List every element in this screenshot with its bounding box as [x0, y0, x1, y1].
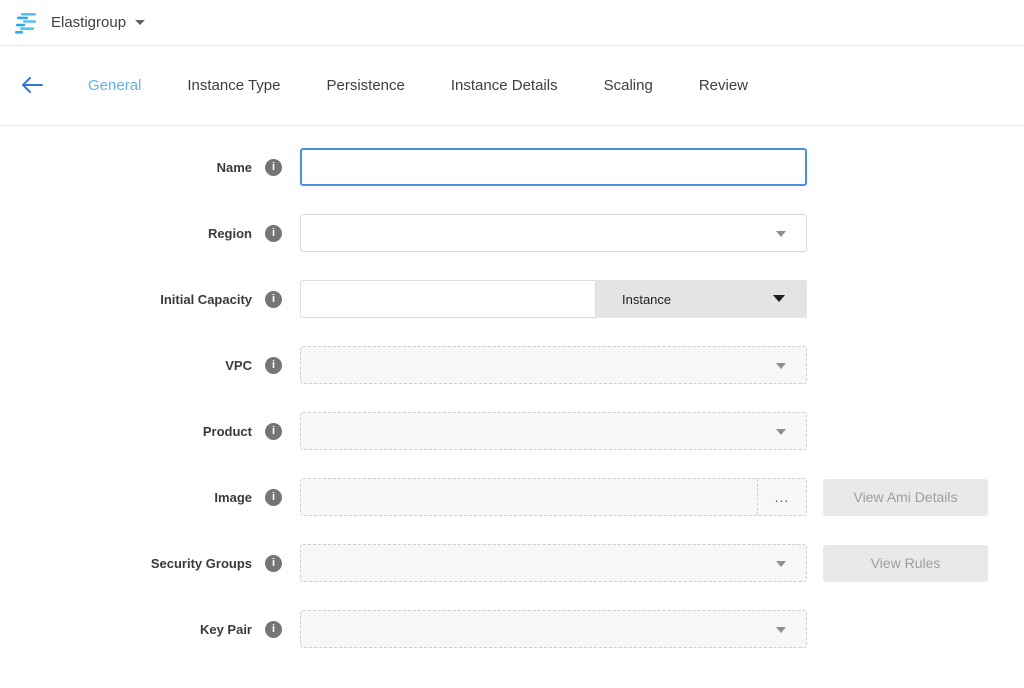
form-row-name: Name i	[0, 148, 1024, 186]
product-label: Product	[203, 424, 252, 439]
view-rules-button[interactable]: View Rules	[823, 545, 988, 582]
form-row-key-pair: Key Pair i	[0, 610, 1024, 648]
tab-instance-details[interactable]: Instance Details	[451, 77, 558, 94]
name-input[interactable]	[300, 148, 807, 186]
region-select[interactable]	[300, 214, 807, 252]
form-row-vpc: VPC i	[0, 346, 1024, 384]
app-switcher[interactable]: Elastigroup	[14, 12, 145, 34]
capacity-unit-select[interactable]: Instance	[596, 280, 807, 318]
wizard-tabs: General Instance Type Persistence Instan…	[88, 77, 748, 94]
initial-capacity-input[interactable]	[300, 280, 596, 318]
form-row-image: Image i ... View Ami Details	[0, 478, 1024, 516]
info-icon[interactable]: i	[265, 621, 282, 638]
region-label: Region	[208, 226, 252, 241]
vpc-select	[300, 346, 807, 384]
tab-persistence[interactable]: Persistence	[327, 77, 405, 94]
chevron-down-icon	[776, 561, 786, 567]
image-input: ...	[300, 478, 807, 516]
capacity-unit-value: Instance	[622, 292, 671, 307]
chevron-down-icon	[776, 429, 786, 435]
form-row-region: Region i	[0, 214, 1024, 252]
app-name: Elastigroup	[51, 14, 126, 31]
chevron-down-icon	[776, 231, 786, 237]
back-arrow-icon	[20, 76, 44, 94]
info-icon[interactable]: i	[265, 225, 282, 242]
chevron-down-icon	[773, 295, 785, 302]
name-label: Name	[217, 160, 252, 175]
info-icon[interactable]: i	[265, 159, 282, 176]
security-groups-label: Security Groups	[151, 556, 252, 571]
key-pair-label: Key Pair	[200, 622, 252, 637]
back-button[interactable]	[20, 74, 46, 96]
general-form: Name i Region i Initial Capacity i	[0, 126, 1024, 648]
top-header: Elastigroup	[0, 0, 1024, 46]
tab-scaling[interactable]: Scaling	[604, 77, 653, 94]
chevron-down-icon	[776, 627, 786, 633]
elastigroup-logo-icon	[14, 12, 40, 34]
view-ami-details-button[interactable]: View Ami Details	[823, 479, 988, 516]
form-row-product: Product i	[0, 412, 1024, 450]
security-groups-select	[300, 544, 807, 582]
image-value	[301, 479, 757, 515]
tab-general[interactable]: General	[88, 77, 141, 94]
tab-instance-type[interactable]: Instance Type	[187, 77, 280, 94]
info-icon[interactable]: i	[265, 291, 282, 308]
form-row-security-groups: Security Groups i View Rules	[0, 544, 1024, 582]
initial-capacity-label: Initial Capacity	[160, 292, 252, 307]
tab-review[interactable]: Review	[699, 77, 748, 94]
info-icon[interactable]: i	[265, 357, 282, 374]
info-icon[interactable]: i	[265, 489, 282, 506]
chevron-down-icon	[776, 363, 786, 369]
product-select	[300, 412, 807, 450]
image-browse-button[interactable]: ...	[757, 479, 806, 515]
info-icon[interactable]: i	[265, 423, 282, 440]
wizard-tabbar: General Instance Type Persistence Instan…	[0, 46, 1024, 126]
vpc-label: VPC	[225, 358, 252, 373]
image-label: Image	[214, 490, 252, 505]
form-row-initial-capacity: Initial Capacity i Instance	[0, 280, 1024, 318]
chevron-down-icon	[135, 20, 145, 25]
info-icon[interactable]: i	[265, 555, 282, 572]
key-pair-select	[300, 610, 807, 648]
